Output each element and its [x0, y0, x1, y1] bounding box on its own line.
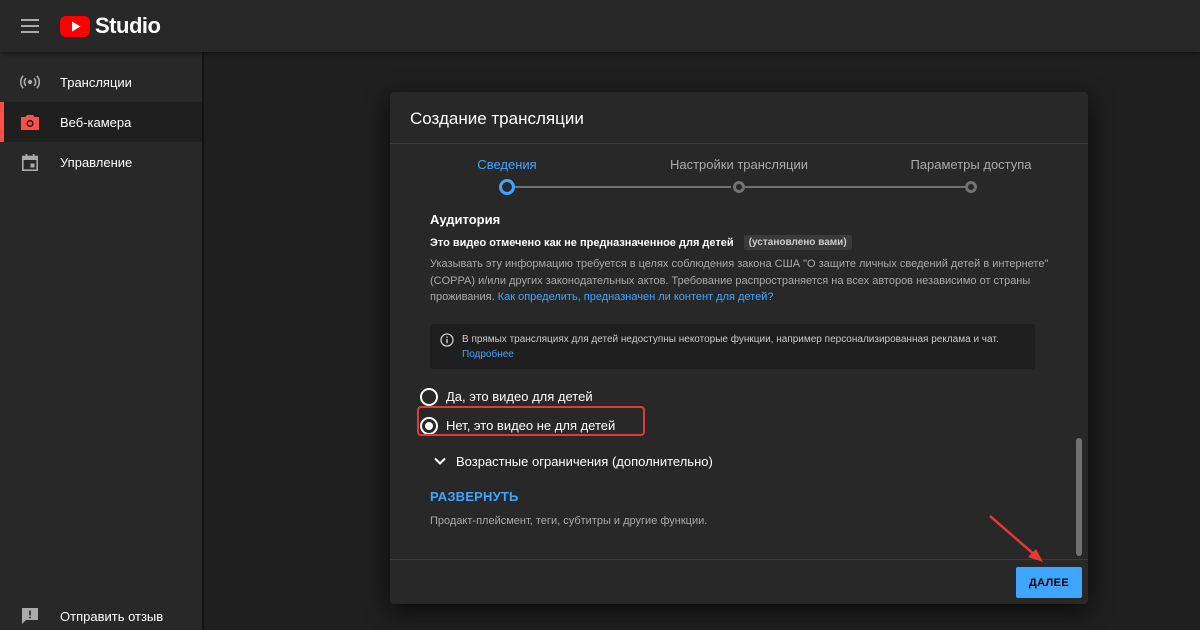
step-settings-label[interactable]: Настройки трансляции	[670, 157, 808, 172]
calendar-icon	[0, 153, 60, 171]
status-badge: (установлено вами)	[743, 235, 852, 250]
info-box: В прямых трансляциях для детей недоступн…	[430, 323, 1035, 369]
radio-yes-label: Да, это видео для детей	[446, 389, 593, 404]
stepper-line	[745, 186, 965, 188]
audience-title: Аудитория	[430, 212, 501, 227]
age-restriction-label: Возрастные ограничения (дополнительно)	[456, 453, 713, 469]
youtube-play-icon	[60, 15, 90, 37]
step-details-label[interactable]: Сведения	[477, 157, 536, 172]
camera-icon	[0, 114, 60, 130]
step-details-dot[interactable]	[499, 179, 515, 195]
sidebar-item-label: Веб-камера	[60, 114, 132, 130]
sidebar: Трансляции Веб-камера Управление Отправи…	[0, 52, 204, 630]
radio-not-made-for-kids[interactable]: Нет, это видео не для детей	[420, 412, 1050, 440]
step-access-dot[interactable]	[965, 181, 977, 193]
audience-status-row: Это видео отмечено как не предназначенно…	[430, 235, 1050, 250]
dialog-footer-divider	[390, 559, 1088, 560]
sidebar-item-label: Управление	[60, 154, 133, 170]
audience-status: Это видео отмечено как не предназначенно…	[430, 236, 734, 249]
age-restriction-expander[interactable]: Возрастные ограничения (дополнительно)	[434, 454, 1050, 469]
info-message: В прямых трансляциях для детей недоступн…	[462, 333, 999, 345]
sidebar-item-broadcasts[interactable]: Трансляции	[0, 62, 204, 102]
sidebar-divider	[202, 52, 204, 630]
broadcast-icon	[0, 75, 60, 89]
step-access-label[interactable]: Параметры доступа	[910, 157, 1031, 172]
send-feedback-button[interactable]: Отправить отзыв	[0, 596, 204, 630]
info-icon	[440, 332, 454, 347]
radio-made-for-kids[interactable]: Да, это видео для детей	[420, 383, 1050, 411]
expand-description: Продакт-плейсмент, теги, субтитры и друг…	[430, 514, 708, 527]
sidebar-item-manage[interactable]: Управление	[0, 142, 204, 182]
next-button[interactable]: ДАЛЕЕ	[1016, 567, 1082, 598]
dialog-scrollbar[interactable]	[1076, 438, 1082, 556]
create-stream-dialog: Создание трансляции Сведения Настройки т…	[390, 92, 1088, 604]
kids-content-help-link[interactable]: Как определить, предназначен ли контент …	[498, 291, 774, 303]
radio-button-no[interactable]	[420, 416, 438, 435]
chevron-down-icon	[434, 457, 446, 465]
expand-button[interactable]: РАЗВЕРНУТЬ	[430, 489, 1050, 504]
studio-logo[interactable]: Studio	[60, 13, 161, 39]
learn-more-link[interactable]: Подробнее	[462, 349, 514, 360]
radio-no-label: Нет, это видео не для детей	[446, 418, 616, 433]
menu-icon[interactable]	[0, 0, 60, 52]
feedback-icon	[0, 607, 60, 625]
dialog-title: Создание трансляции	[410, 109, 584, 128]
feedback-label: Отправить отзыв	[60, 608, 164, 624]
sidebar-item-webcam[interactable]: Веб-камера	[0, 102, 204, 142]
step-settings-dot[interactable]	[733, 181, 745, 193]
radio-button-yes[interactable]	[420, 387, 438, 406]
dialog-header: Создание трансляции	[390, 92, 1088, 144]
info-text: В прямых трансляциях для детей недоступн…	[462, 332, 999, 361]
dialog-scroll-body: Аудитория Это видео отмечено как не пред…	[420, 212, 1050, 529]
sidebar-item-label: Трансляции	[60, 74, 132, 90]
logo-text: Studio	[95, 13, 161, 38]
audience-description: Указывать эту информацию требуется в цел…	[430, 256, 1050, 306]
radio-selected-dot	[425, 421, 433, 430]
stepper-line	[515, 186, 731, 188]
top-bar: Studio	[0, 0, 1200, 52]
